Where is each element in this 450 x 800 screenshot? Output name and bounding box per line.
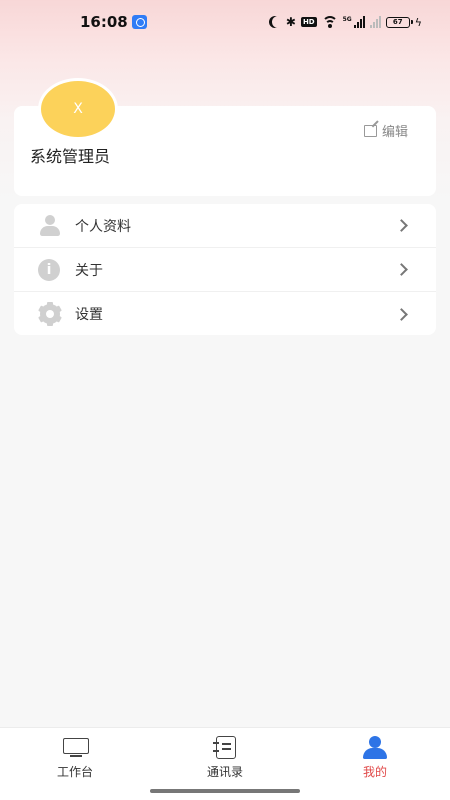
network-type: 5G <box>342 16 352 23</box>
signal-secondary-icon <box>369 16 381 28</box>
tab-label: 我的 <box>362 765 387 779</box>
edit-profile-button[interactable]: 编辑 <box>364 121 408 140</box>
monitor-icon <box>61 736 89 760</box>
bluetooth-icon: ✱ <box>285 15 296 29</box>
signal-icon: 5G <box>343 16 365 28</box>
home-indicator[interactable] <box>150 789 300 793</box>
tab-workbench[interactable]: 工作台 <box>25 736 125 780</box>
menu-item-label: 个人资料 <box>75 218 131 235</box>
tab-label: 工作台 <box>56 765 93 779</box>
menu-item-settings[interactable]: 设置 <box>14 292 436 336</box>
edit-icon <box>364 124 377 137</box>
status-time: 16:08 <box>80 13 128 31</box>
tab-contacts[interactable]: 通讯录 <box>175 736 275 780</box>
charging-icon: ϟ <box>414 15 422 29</box>
chevron-right-icon <box>395 307 408 321</box>
do-not-disturb-icon <box>272 16 284 28</box>
status-bar: 16:08 ✱ HD 5G 67 ϟ <box>0 0 450 44</box>
tab-me[interactable]: 我的 <box>325 736 425 780</box>
tab-label: 通讯录 <box>206 765 243 779</box>
menu-item-about[interactable]: i 关于 <box>14 248 436 292</box>
app-notification-icon <box>132 15 147 29</box>
menu-item-profile[interactable]: 个人资料 <box>14 204 436 248</box>
person-icon <box>38 214 62 237</box>
edit-label: 编辑 <box>382 125 409 140</box>
settings-menu: 个人资料 i 关于 设置 <box>14 204 436 335</box>
gear-icon <box>38 302 62 326</box>
contacts-book-icon <box>211 736 239 760</box>
status-indicators: ✱ HD 5G 67 ϟ <box>269 12 422 32</box>
avatar[interactable]: X <box>38 78 118 140</box>
chevron-right-icon <box>395 219 408 232</box>
menu-item-label: 关于 <box>75 262 103 279</box>
user-name: 系统管理员 <box>30 147 111 166</box>
chevron-right-icon <box>395 263 408 276</box>
info-icon: i <box>38 258 60 281</box>
battery-icon: 67 <box>385 16 413 28</box>
user-icon <box>361 736 389 760</box>
hd-badge: HD <box>300 17 317 27</box>
profile-screen: 16:08 ✱ HD 5G 67 ϟ X 系统管理员 编辑 个人资料 i 关于 … <box>0 0 450 800</box>
wifi-icon <box>321 16 338 28</box>
menu-item-label: 设置 <box>75 307 103 323</box>
